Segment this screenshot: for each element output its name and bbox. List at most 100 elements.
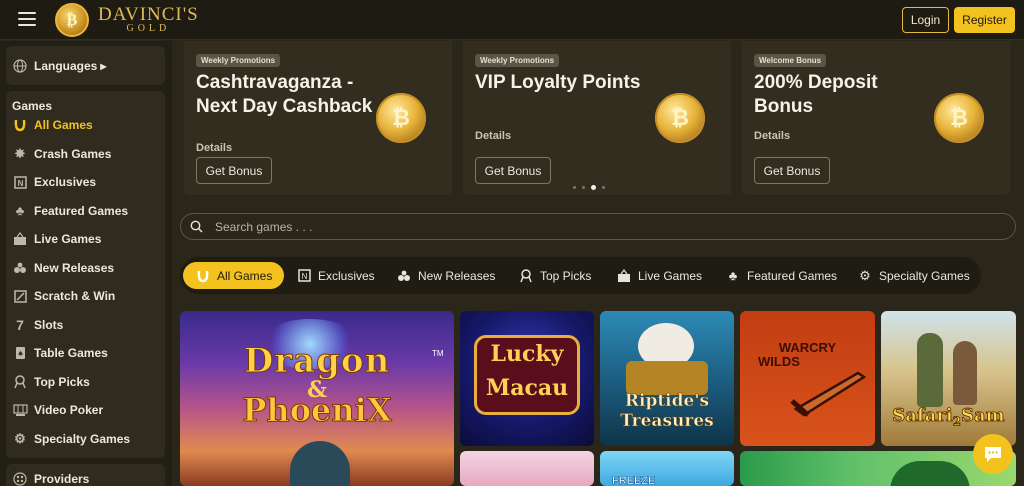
character-art [917, 333, 943, 407]
sidebar-item-live-games[interactable]: Live Games [6, 225, 165, 254]
logo-subtitle: GOLD [126, 23, 171, 34]
game-title-part: Safari [892, 405, 953, 427]
logo-title: DAVINCI'S [98, 4, 199, 25]
promo-title: VIP Loyalty Points [475, 72, 641, 93]
sidebar: Languages ▶ Games All Games ✸ Crash Game… [0, 41, 172, 486]
hamburger-menu-icon[interactable] [18, 12, 36, 26]
tab-specialty-games[interactable]: ⚙ Specialty Games [857, 262, 970, 289]
promo-details-link[interactable]: Details [196, 142, 232, 154]
game-title: Safari2Sam [881, 405, 1016, 429]
providers-label: Providers [34, 472, 90, 486]
search-input[interactable] [215, 218, 995, 236]
sidebar-item-label: Specialty Games [34, 431, 131, 446]
promo-tag: Weekly Promotions [196, 54, 281, 67]
character-art [953, 341, 977, 405]
chat-bubble-icon [985, 447, 1001, 462]
logo[interactable]: DAVINCI'S GOLD [98, 5, 199, 34]
medal-icon [518, 268, 534, 284]
promo-card-vip-loyalty[interactable]: Weekly Promotions VIP Loyalty Points Det… [463, 41, 731, 195]
sidebar-item-label: Video Poker [34, 403, 104, 418]
get-bonus-button[interactable]: Get Bonus [196, 157, 272, 184]
globe-icon [12, 58, 28, 74]
sidebar-item-featured-games[interactable]: ♣ Featured Games [6, 197, 165, 226]
tab-exclusives[interactable]: N Exclusives [296, 262, 375, 289]
game-title-line2: PhoeniX [242, 391, 392, 430]
game-tile-freeze[interactable]: FREEZE [600, 451, 734, 486]
promo-details-link[interactable]: Details [754, 130, 790, 142]
promo-card-cashtravaganza[interactable]: Weekly Promotions Cashtravaganza - Next … [184, 41, 452, 195]
languages-label: Languages [34, 59, 98, 74]
sidebar-item-providers[interactable]: Providers [6, 465, 165, 486]
game-tile-riptides-treasures[interactable]: Riptide's Treasures [600, 311, 734, 446]
gear-icon: ⚙ [859, 267, 871, 283]
sidebar-item-scratch-win[interactable]: Scratch & Win [6, 282, 165, 311]
sidebar-item-label: All Games [34, 118, 93, 133]
tab-label: Specialty Games [879, 268, 970, 283]
languages-box: Languages ▶ [6, 46, 165, 85]
sidebar-item-crash-games[interactable]: ✸ Crash Games [6, 140, 165, 169]
exclusive-icon: N [296, 268, 312, 284]
game-tile-lucky-macau[interactable]: Lucky Macau [460, 311, 594, 446]
carousel-dot[interactable] [602, 186, 605, 189]
game-title: Lucky [490, 341, 564, 367]
character-art [290, 441, 350, 486]
carousel-dot[interactable] [582, 186, 585, 189]
sidebar-item-all-games[interactable]: All Games [6, 111, 165, 140]
promo-details-link[interactable]: Details [475, 130, 511, 142]
languages-item[interactable]: Languages ▶ [6, 52, 165, 81]
tab-new-releases[interactable]: New Releases [396, 262, 495, 289]
game-tile-dragon-phoenix[interactable]: Dragon & PhoeniX TM [180, 311, 454, 486]
chat-button[interactable] [973, 434, 1013, 474]
register-button[interactable]: Register [954, 7, 1015, 33]
carousel-dot-active[interactable] [591, 185, 596, 190]
svg-text:N: N [17, 179, 23, 188]
bitcoin-coin-icon: ₿ [376, 93, 426, 143]
game-title-part: Sam [961, 405, 1006, 427]
sidebar-item-slots[interactable]: 7 Slots [6, 311, 165, 340]
tab-label: Live Games [638, 268, 703, 283]
clover-icon: ♣ [728, 268, 738, 283]
sidebar-item-specialty-games[interactable]: ⚙ Specialty Games [6, 425, 165, 454]
promo-card-deposit-bonus[interactable]: Welcome Bonus 200% Deposit Bonus Details… [742, 41, 1010, 195]
tab-label: Featured Games [747, 268, 838, 283]
scratch-icon [12, 288, 28, 304]
sidebar-item-table-games[interactable]: ♠ Table Games [6, 339, 165, 368]
tab-live-games[interactable]: Live Games [616, 262, 702, 289]
providers-icon [12, 471, 28, 486]
bitcoin-coin-icon: ₿ [934, 93, 984, 143]
search-icon [190, 220, 203, 233]
game-title: FREEZE [612, 475, 656, 486]
bitcoin-coin-icon: ₿ [655, 93, 705, 143]
svg-text:♠: ♠ [17, 350, 23, 358]
tab-top-picks[interactable]: Top Picks [518, 262, 591, 289]
get-bonus-button[interactable]: Get Bonus [475, 157, 551, 184]
tab-label: All Games [217, 268, 273, 283]
game-tile-blossom[interactable] [460, 451, 594, 486]
exclusive-icon: N [12, 174, 28, 190]
sidebar-item-new-releases[interactable]: New Releases [6, 254, 165, 283]
tab-featured-games[interactable]: ♣ Featured Games [725, 262, 837, 289]
sidebar-item-label: Top Picks [34, 374, 90, 389]
carousel-dots [573, 185, 605, 190]
search-bar [180, 213, 1016, 240]
login-button[interactable]: Login [902, 7, 949, 33]
logo-coin-icon[interactable]: ₿ [55, 3, 89, 37]
svg-text:N: N [301, 272, 307, 281]
live-icon [12, 231, 28, 247]
tab-all-games[interactable]: All Games [183, 262, 285, 289]
sidebar-item-top-picks[interactable]: Top Picks [6, 368, 165, 397]
sidebar-item-label: New Releases [34, 260, 115, 275]
game-badge: 2 [952, 414, 962, 429]
poker-icon [12, 402, 28, 418]
tab-label: New Releases [418, 268, 496, 283]
carousel-dot[interactable] [573, 186, 576, 189]
promo-tag: Weekly Promotions [475, 54, 560, 67]
game-tile-warcry-wilds[interactable]: WARCRY WILDS [740, 311, 875, 446]
sidebar-item-exclusives[interactable]: N Exclusives [6, 168, 165, 197]
get-bonus-button[interactable]: Get Bonus [754, 157, 830, 184]
game-tile-safari-sam[interactable]: Safari2Sam [881, 311, 1016, 446]
sidebar-item-video-poker[interactable]: Video Poker [6, 396, 165, 425]
horseshoe-icon [12, 117, 28, 133]
games-heading: Games [12, 99, 53, 113]
game-title-line2: Treasures [620, 411, 714, 432]
